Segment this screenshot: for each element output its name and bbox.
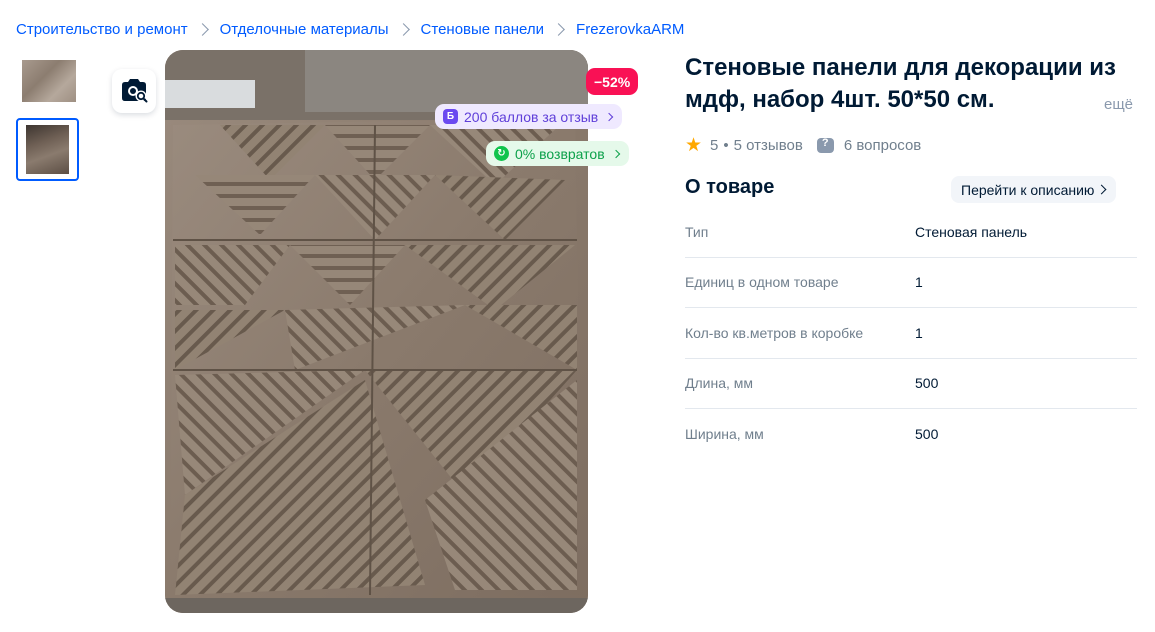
chevron-right-icon	[195, 22, 209, 36]
spec-row: Ширина, мм 500	[685, 409, 1137, 460]
breadcrumb-item-wall-panels[interactable]: Стеновые панели	[421, 21, 545, 38]
title-fade	[1076, 90, 1102, 116]
spec-key: Кол-во кв.метров в коробке	[685, 324, 864, 341]
chevron-right-icon	[611, 149, 620, 158]
spec-row: Длина, мм 500	[685, 359, 1137, 409]
chevron-right-icon	[605, 112, 614, 121]
breadcrumb-item-seller[interactable]: FrezerovkaARM	[576, 21, 684, 38]
thumbnail-list	[16, 56, 80, 181]
chevron-right-icon	[552, 22, 565, 36]
returns-badge[interactable]: ↻ 0% возвратов	[486, 141, 629, 166]
camera-search-icon[interactable]	[112, 69, 156, 113]
thumbnail-1[interactable]	[16, 56, 80, 108]
thumbnail-image	[22, 60, 76, 102]
rating-separator: •	[723, 137, 729, 154]
product-title: Стеновые панели для декорации из мдф, на…	[685, 54, 1116, 113]
title-more-link[interactable]: ещё	[1104, 96, 1133, 113]
chevron-right-icon	[396, 22, 410, 36]
thumbnail-image	[26, 125, 69, 174]
rating-row: ★ 5 • 5 отзывов 6 вопросов	[685, 134, 921, 157]
spec-key: Длина, мм	[685, 375, 754, 392]
points-for-review-badge[interactable]: Б 200 баллов за отзыв	[435, 104, 623, 129]
product-main-image[interactable]	[165, 50, 588, 613]
returns-label: 0% возвратов	[515, 145, 605, 162]
about-heading: О товаре	[685, 176, 775, 198]
spec-key: Единиц в одном товаре	[685, 274, 839, 291]
points-icon: Б	[443, 109, 458, 124]
spec-value: 1	[915, 274, 923, 291]
breadcrumb: Строительство и ремонт Отделочные матери…	[16, 18, 684, 40]
returns-icon: ↻	[494, 146, 509, 161]
breadcrumb-item-construction[interactable]: Строительство и ремонт	[16, 21, 188, 38]
breadcrumb-item-finishing-materials[interactable]: Отделочные материалы	[220, 21, 389, 38]
reviews-link[interactable]: 5 отзывов	[734, 137, 803, 154]
spec-row: Тип Стеновая панель	[685, 207, 1137, 258]
star-icon: ★	[685, 135, 703, 156]
spec-value: 500	[915, 426, 939, 443]
spec-value: 1	[915, 324, 923, 341]
go-to-description-button[interactable]: Перейти к описанию	[951, 176, 1117, 203]
thumbnail-2-selected[interactable]	[16, 118, 79, 181]
points-label: 200 баллов за отзыв	[464, 108, 599, 125]
spec-value: 500	[915, 375, 939, 392]
spec-table: Тип Стеновая панель Единиц в одном товар…	[685, 207, 1137, 460]
rating-value: 5	[710, 137, 719, 154]
spec-key: Ширина, мм	[685, 426, 764, 443]
spec-row: Кол-во кв.метров в коробке 1	[685, 308, 1137, 359]
questions-link[interactable]: 6 вопросов	[844, 137, 921, 154]
discount-badge: −52%	[586, 68, 639, 95]
spec-value: Стеновая панель	[915, 223, 1028, 240]
spec-row: Единиц в одном товаре 1	[685, 258, 1137, 308]
question-icon	[816, 137, 834, 153]
spec-key: Тип	[685, 223, 709, 240]
